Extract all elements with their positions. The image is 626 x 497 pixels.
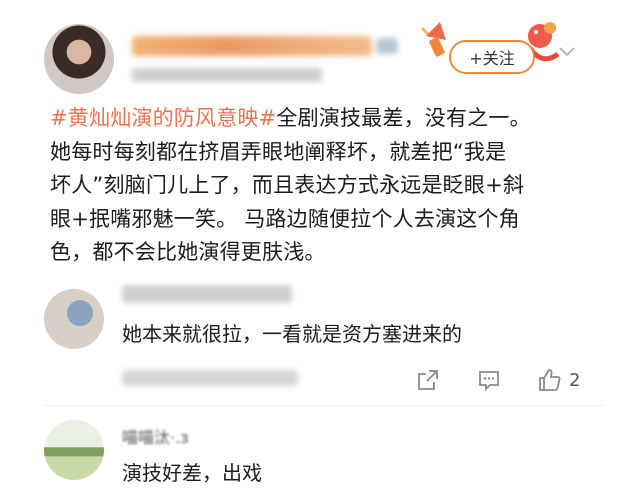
post-author-name[interactable] — [132, 36, 372, 56]
post-meta — [132, 68, 322, 82]
chevron-down-icon[interactable] — [556, 40, 578, 62]
like-count: 2 — [569, 369, 581, 391]
author-badge — [376, 38, 398, 54]
post-line-5: 色，都不会比她演得更肤浅。 — [50, 240, 326, 264]
hashtag-link[interactable]: #黄灿灿演的防风意映# — [50, 106, 276, 130]
share-button[interactable] — [416, 367, 440, 393]
post-line-4: 眼+抿嘴邪魅一笑。 马路边随便拉个人去演这个角 — [50, 206, 520, 231]
share-icon — [418, 370, 438, 390]
follow-button[interactable]: +关注 — [449, 40, 535, 74]
comment-author-name[interactable]: 喵喵汰·.з — [122, 424, 189, 448]
comment-meta — [122, 370, 298, 386]
follow-button-label: +关注 — [469, 49, 515, 68]
comment-avatar[interactable] — [44, 420, 104, 480]
like-icon — [539, 369, 561, 391]
comment-avatar[interactable] — [44, 289, 104, 349]
comment-author-name[interactable] — [122, 285, 292, 303]
post-line-2: 她每时每刻都在挤眉弄眼地阐释坏，就差把“我是 — [50, 139, 507, 164]
post-body: #黄灿灿演的防风意映#全剧演技最差，没有之一。 她每时每刻都在挤眉弄眼地阐释坏，… — [50, 102, 590, 270]
comment-text: 她本来就很拉，一看就是资方塞进来的 — [122, 322, 462, 346]
comment-text: 演技好差，出戏 — [122, 461, 262, 485]
comment-divider — [44, 405, 604, 406]
post-line-1: #黄灿灿演的防风意映#全剧演技最差，没有之一。 — [50, 106, 531, 130]
comment-icon — [479, 371, 499, 392]
post-line-3: 坏人”刻脑门儿上了，而且表达方式永远是眨眼+斜 — [50, 173, 525, 197]
like-button[interactable]: 2 — [537, 367, 580, 393]
comment-button[interactable] — [477, 367, 501, 393]
post-author-avatar[interactable] — [44, 24, 114, 94]
